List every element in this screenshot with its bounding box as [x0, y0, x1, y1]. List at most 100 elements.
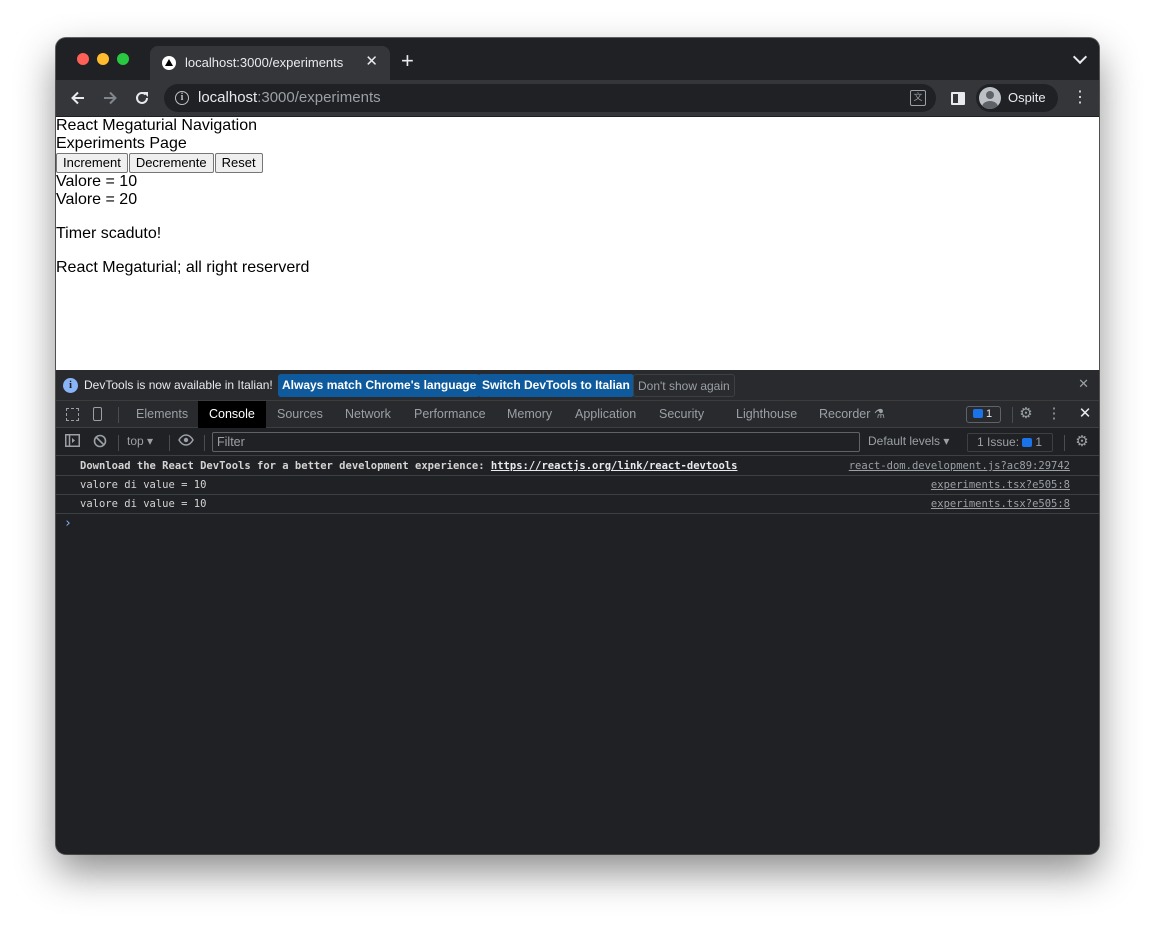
- settings-gear-icon[interactable]: ⚙: [1018, 406, 1034, 422]
- filter-input[interactable]: [213, 433, 859, 451]
- new-tab-button[interactable]: +: [401, 50, 414, 72]
- console-settings-gear-icon[interactable]: ⚙: [1074, 434, 1090, 450]
- reload-icon: [136, 91, 148, 104]
- browser-toolbar: i localhost:3000/experiments 文 Ospite ⋮: [56, 80, 1099, 116]
- log-levels-dropdown[interactable]: Default levels ▾: [868, 434, 949, 448]
- eye-glyph: [178, 434, 194, 446]
- issues-label: 1 Issue:: [977, 435, 1020, 449]
- console-message: valore di value = 10 experiments.tsx?e50…: [56, 476, 1099, 495]
- divider: [204, 435, 205, 451]
- infobar-close-icon[interactable]: ✕: [1078, 376, 1089, 392]
- tab-search-chevron-icon[interactable]: [1072, 49, 1088, 65]
- value-line: Valore = 10: [56, 173, 138, 190]
- divider: [1012, 407, 1013, 423]
- browser-window: localhost:3000/experiments ✕ + i localho…: [56, 38, 1099, 854]
- page-title: Experiments Page: [56, 135, 187, 152]
- more-options-icon[interactable]: ⋮: [1046, 406, 1062, 422]
- tab-memory[interactable]: Memory: [496, 401, 563, 428]
- tab-elements[interactable]: Elements: [125, 401, 199, 428]
- log-levels-label: Default levels: [868, 434, 941, 448]
- dropdown-arrow-icon: ▾: [147, 434, 154, 448]
- minimize-window-button[interactable]: [97, 53, 109, 65]
- live-expression-eye-icon[interactable]: [178, 434, 194, 450]
- message-source-link[interactable]: react-dom.development.js?ac89:29742: [849, 457, 1070, 475]
- tab-performance[interactable]: Performance: [403, 401, 497, 428]
- dont-show-again-button[interactable]: Don't show again: [633, 374, 735, 397]
- sidebar-glyph: [64, 434, 80, 447]
- divider: [169, 435, 170, 451]
- message-icon: [1022, 438, 1033, 447]
- nextjs-favicon-icon: [162, 56, 176, 70]
- tab-application[interactable]: Application: [564, 401, 647, 428]
- forward-button[interactable]: [99, 87, 121, 109]
- inspect-element-icon[interactable]: [66, 408, 79, 421]
- address-bar[interactable]: i localhost:3000/experiments 文: [164, 84, 936, 112]
- back-arrow-icon: [71, 91, 84, 105]
- title-bar: localhost:3000/experiments ✕ +: [56, 38, 1099, 80]
- issues-badge[interactable]: 1: [966, 406, 1001, 423]
- context-selector[interactable]: top ▾: [127, 434, 153, 448]
- footer-text: React Megaturial; all right reserverd: [56, 259, 310, 276]
- profile-button[interactable]: Ospite: [976, 84, 1058, 112]
- tab-lighthouse[interactable]: Lighthouse: [725, 401, 808, 428]
- devtools-panel: i DevTools is now available in Italian! …: [56, 370, 1099, 854]
- browser-tab[interactable]: localhost:3000/experiments ✕: [150, 46, 390, 80]
- tab-title: localhost:3000/experiments: [185, 55, 344, 70]
- tab-security[interactable]: Security: [648, 401, 715, 428]
- url-path: :3000/experiments: [257, 89, 381, 106]
- sidebar-toggle-icon[interactable]: [64, 434, 80, 450]
- match-language-button[interactable]: Always match Chrome's language: [278, 374, 481, 397]
- message-text: valore di value = 10: [80, 498, 207, 510]
- counter-buttons: Increment Decremente Reset: [56, 153, 1099, 173]
- tab-sources[interactable]: Sources: [266, 401, 334, 428]
- issues-button[interactable]: 1 Issue: 1: [967, 433, 1053, 452]
- timer-text: Timer scaduto!: [56, 225, 162, 242]
- divider: [118, 407, 119, 423]
- devtools-tabbar: Elements Console Sources Network Perform…: [56, 401, 1099, 428]
- close-window-button[interactable]: [77, 53, 89, 65]
- devtools-link[interactable]: https://reactjs.org/link/react-devtools: [491, 460, 738, 472]
- forward-arrow-icon: [104, 91, 117, 105]
- console-message: valore di value = 10 experiments.tsx?e50…: [56, 495, 1099, 514]
- switch-language-button[interactable]: Switch DevTools to Italian: [478, 374, 634, 397]
- flask-icon: ⚗: [873, 407, 886, 421]
- url-text[interactable]: localhost:3000/experiments: [198, 89, 381, 106]
- tab-network[interactable]: Network: [334, 401, 402, 428]
- increment-button[interactable]: Increment: [56, 153, 128, 173]
- message-source-link[interactable]: experiments.tsx?e505:8: [931, 476, 1070, 494]
- tab-close-icon[interactable]: ✕: [365, 53, 378, 71]
- nav-title: React Megaturial Navigation: [56, 117, 257, 134]
- value-line: Valore = 20: [56, 191, 138, 208]
- language-infobar: i DevTools is now available in Italian! …: [56, 370, 1099, 401]
- dropdown-arrow-icon: ▾: [943, 434, 950, 448]
- message-source-link[interactable]: experiments.tsx?e505:8: [931, 495, 1070, 513]
- clear-glyph: [93, 434, 107, 448]
- clear-console-icon[interactable]: [92, 434, 108, 450]
- side-panel-icon[interactable]: [951, 92, 965, 105]
- close-devtools-icon[interactable]: ✕: [1077, 406, 1093, 422]
- reset-button[interactable]: Reset: [214, 153, 263, 173]
- console-messages: Download the React DevTools for a better…: [56, 457, 1099, 533]
- context-label: top: [127, 434, 144, 448]
- profile-name: Ospite: [1008, 90, 1046, 105]
- message-text: valore di value = 10: [80, 479, 207, 491]
- tab-recorder-label: Recorder: [819, 407, 871, 421]
- url-host: localhost: [198, 89, 258, 106]
- device-toolbar-icon[interactable]: [93, 407, 102, 421]
- chrome-menu-icon[interactable]: ⋮: [1072, 88, 1088, 108]
- translate-icon[interactable]: 文: [910, 90, 926, 106]
- decrement-button[interactable]: Decremente: [128, 153, 214, 173]
- reload-button[interactable]: [131, 87, 153, 109]
- message-icon: [973, 409, 983, 418]
- tab-console[interactable]: Console: [198, 401, 266, 428]
- site-info-icon[interactable]: i: [175, 91, 189, 105]
- console-prompt[interactable]: ›: [56, 514, 1099, 533]
- filter-box[interactable]: [212, 432, 860, 452]
- guest-avatar-icon: [979, 87, 1001, 109]
- maximize-window-button[interactable]: [117, 53, 129, 65]
- tab-recorder[interactable]: Recorder ⚗: [808, 401, 896, 428]
- page-viewport: React Megaturial Navigation Experiments …: [56, 117, 1099, 370]
- info-icon: i: [63, 378, 78, 393]
- issues-badge-count: 1: [986, 408, 993, 420]
- back-button[interactable]: [67, 87, 89, 109]
